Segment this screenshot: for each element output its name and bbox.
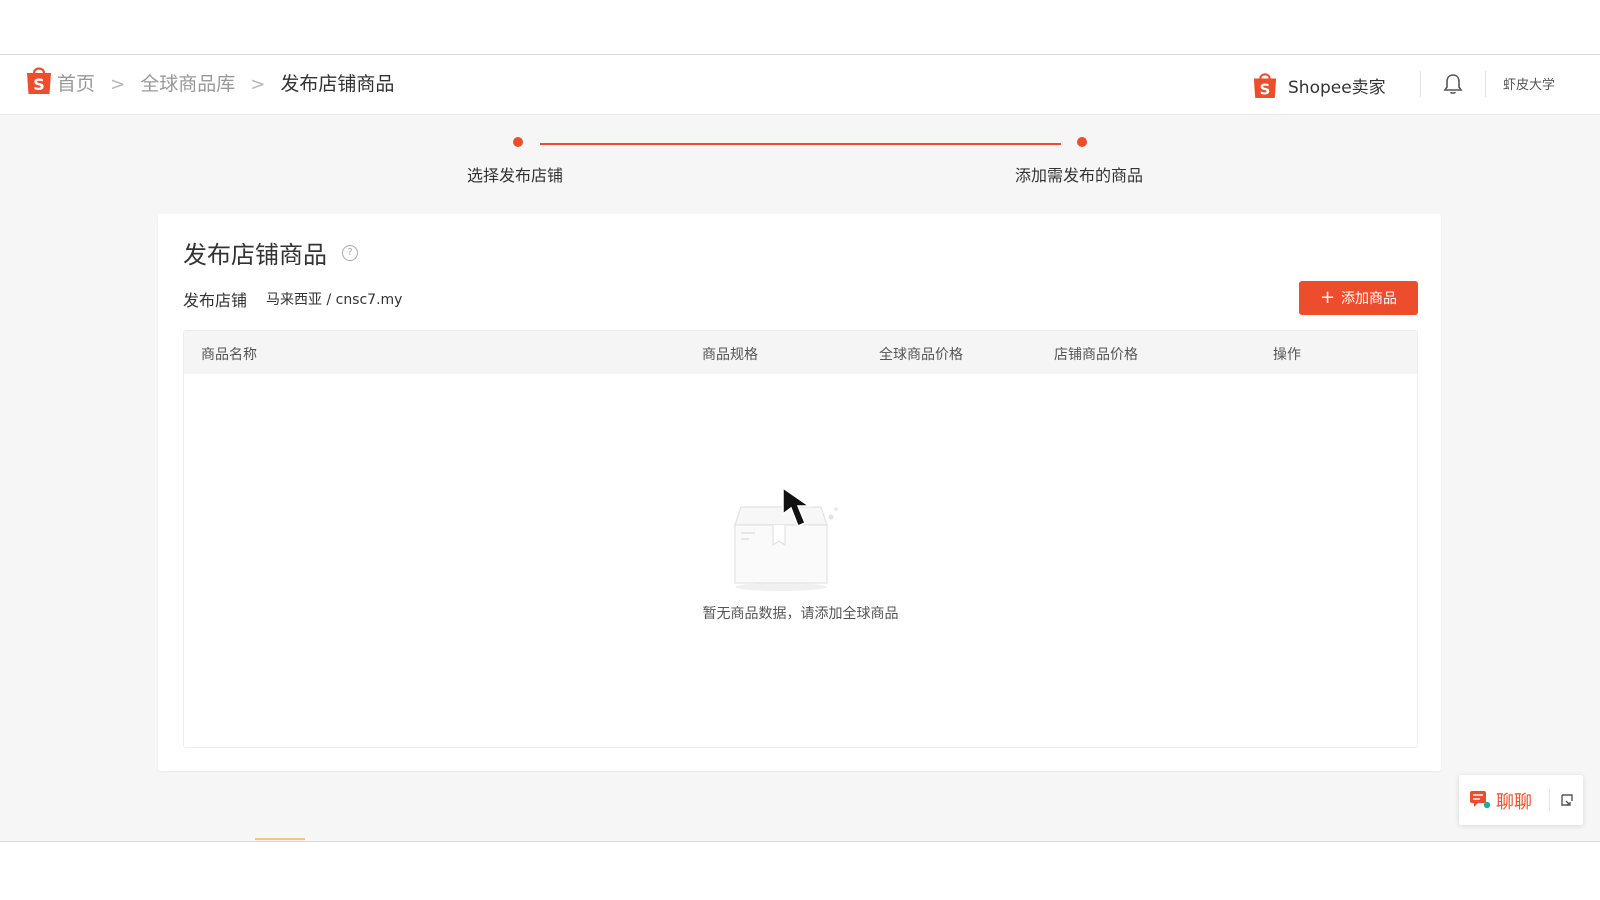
breadcrumb-current-page: 发布店铺商品 <box>280 73 395 95</box>
breadcrumb: 首页 > 全球商品库 > 发布店铺商品 <box>57 71 394 98</box>
plus-icon: + <box>1319 287 1336 308</box>
column-header-actions: 操作 <box>1273 347 1301 363</box>
bottom-accent-mark <box>255 838 305 840</box>
header-divider <box>1420 71 1421 97</box>
step-2-label: 添加需发布的商品 <box>1015 166 1144 185</box>
breadcrumb-global-product-library[interactable]: 全球商品库 <box>140 73 235 95</box>
chat-widget[interactable]: 聊聊 <box>1459 775 1583 825</box>
mouse-cursor-icon <box>782 486 812 527</box>
app-frame: S 首页 > 全球商品库 > 发布店铺商品 S Shopee卖家 虾皮大学 选择… <box>0 54 1600 842</box>
add-product-label: 添加商品 <box>1341 291 1398 307</box>
step-2-dot <box>1077 137 1087 147</box>
empty-state-message: 暂无商品数据，请添加全球商品 <box>702 606 899 622</box>
bell-icon[interactable] <box>1443 73 1463 95</box>
header-divider <box>1485 71 1486 97</box>
breadcrumb-home[interactable]: 首页 <box>57 73 95 95</box>
shopee-university-link[interactable]: 虾皮大学 <box>1503 74 1555 93</box>
column-header-shop-price: 店铺商品价格 <box>1054 347 1138 363</box>
step-1-dot <box>513 137 523 147</box>
svg-text:S: S <box>1260 80 1271 98</box>
expand-icon[interactable] <box>1560 793 1574 807</box>
svg-text:S: S <box>33 75 45 94</box>
chat-icon <box>1470 791 1491 809</box>
chat-label: 聊聊 <box>1496 792 1532 813</box>
add-product-button[interactable]: + 添加商品 <box>1299 281 1418 315</box>
breadcrumb-separator: > <box>250 74 266 95</box>
column-header-product-name: 商品名称 <box>201 347 257 363</box>
product-table: 商品名称 商品规格 全球商品价格 店铺商品价格 操作 暂无商品数据，请添加全球商… <box>183 330 1418 748</box>
shopee-bag-icon: S <box>1253 73 1277 98</box>
seller-center-link[interactable]: S Shopee卖家 <box>1252 69 1386 101</box>
top-blank-band <box>0 0 1600 54</box>
table-header: 商品名称 商品规格 全球商品价格 店铺商品价格 操作 <box>184 331 1417 374</box>
shop-label: 发布店铺 <box>183 291 248 310</box>
help-icon[interactable]: ? <box>342 245 358 261</box>
page-title: 发布店铺商品 <box>183 241 327 269</box>
seller-name: Shopee卖家 <box>1288 77 1386 98</box>
chat-divider <box>1549 789 1550 811</box>
step-1-label: 选择发布店铺 <box>467 166 564 185</box>
shopee-logo-icon[interactable]: S <box>25 64 53 96</box>
column-header-global-price: 全球商品价格 <box>879 347 963 363</box>
step-connector-line <box>540 143 1061 145</box>
shop-value: 马来西亚 / cnsc7.my <box>266 292 403 308</box>
breadcrumb-separator: > <box>110 74 126 95</box>
header-bar: S 首页 > 全球商品库 > 发布店铺商品 S Shopee卖家 虾皮大学 <box>0 55 1600 115</box>
column-header-spec: 商品规格 <box>702 347 758 363</box>
